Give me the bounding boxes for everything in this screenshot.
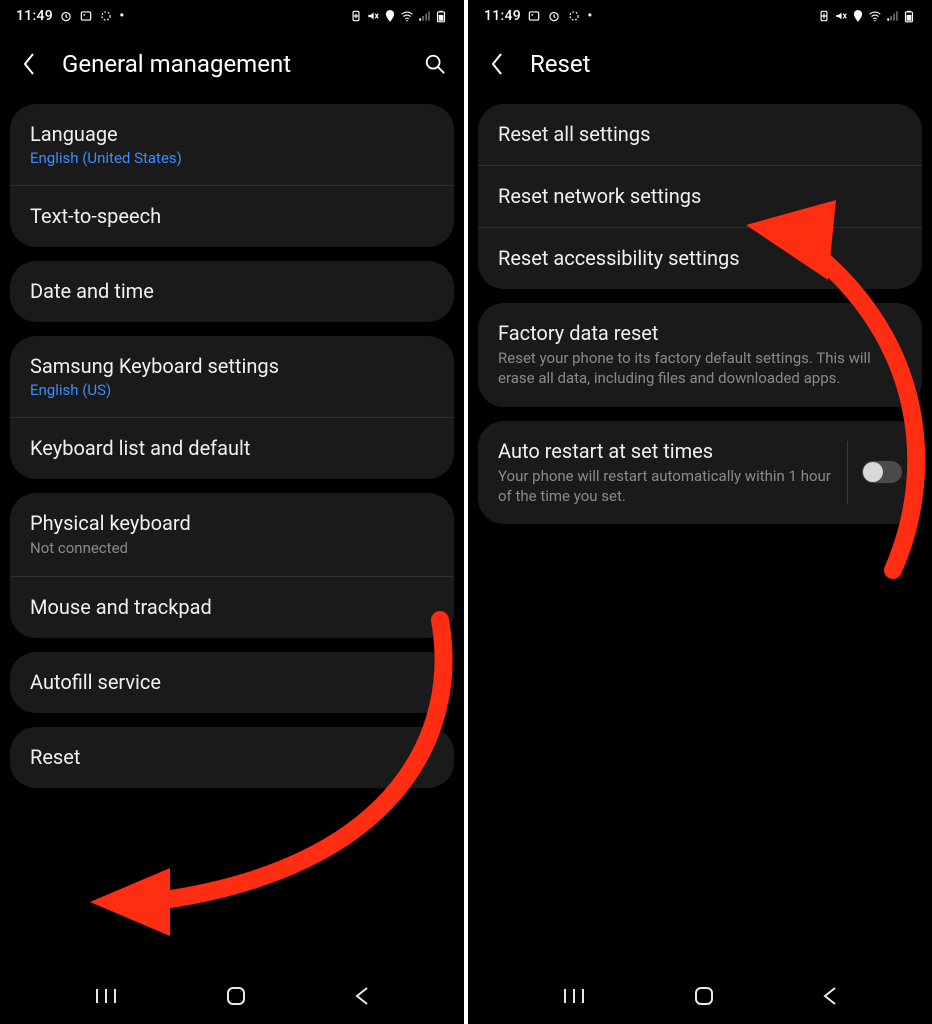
back-nav-button[interactable] <box>821 984 839 1012</box>
image-icon <box>527 9 541 23</box>
nav-bar <box>0 972 464 1024</box>
search-button[interactable] <box>424 53 446 75</box>
page-title: Reset <box>530 50 914 78</box>
home-button[interactable] <box>224 984 248 1012</box>
recents-button[interactable] <box>93 986 119 1010</box>
row-date-and-time[interactable]: Date and time <box>10 261 454 322</box>
row-physical-keyboard[interactable]: Physical keyboard Not connected <box>10 493 454 576</box>
back-nav-button[interactable] <box>353 984 371 1012</box>
status-bar: 11:49 • <box>0 0 464 32</box>
recents-button[interactable] <box>561 986 587 1010</box>
row-reset-accessibility[interactable]: Reset accessibility settings <box>478 227 922 289</box>
status-bar: 11:49 • <box>468 0 932 32</box>
row-samsung-keyboard[interactable]: Samsung Keyboard settings English (US) <box>10 336 454 417</box>
divider <box>847 441 848 505</box>
signal-icon <box>885 9 899 23</box>
row-mouse-trackpad[interactable]: Mouse and trackpad <box>10 576 454 638</box>
row-autofill[interactable]: Autofill service <box>10 652 454 713</box>
page-title: General management <box>62 50 402 78</box>
row-reset-network[interactable]: Reset network settings <box>478 165 922 227</box>
back-button[interactable] <box>486 53 508 75</box>
status-time: 11:49 <box>16 8 53 24</box>
home-button[interactable] <box>692 984 716 1012</box>
loading-icon <box>567 9 581 23</box>
location-icon <box>383 9 397 23</box>
battery-saver-icon <box>349 9 363 23</box>
row-factory-reset[interactable]: Factory data reset Reset your phone to i… <box>478 303 922 407</box>
signal-icon <box>417 9 431 23</box>
phone-left: 11:49 • General management Language <box>0 0 464 1024</box>
auto-restart-toggle[interactable] <box>862 461 902 483</box>
alarm-icon <box>59 9 73 23</box>
battery-icon <box>902 9 916 23</box>
row-keyboard-list[interactable]: Keyboard list and default <box>10 417 454 479</box>
row-text-to-speech[interactable]: Text-to-speech <box>10 185 454 247</box>
status-time: 11:49 <box>484 8 521 24</box>
row-reset[interactable]: Reset <box>10 727 454 788</box>
battery-icon <box>434 9 448 23</box>
alarm-icon <box>547 9 561 23</box>
row-auto-restart[interactable]: Auto restart at set times Your phone wil… <box>478 421 922 525</box>
location-icon <box>851 9 865 23</box>
reset-list: Reset all settings Reset network setting… <box>468 104 932 972</box>
image-icon <box>79 9 93 23</box>
dot-icon: • <box>119 9 125 23</box>
mute-icon <box>366 9 380 23</box>
settings-list: Language English (United States) Text-to… <box>0 104 464 972</box>
battery-saver-icon <box>817 9 831 23</box>
wifi-icon <box>868 9 882 23</box>
header: Reset <box>468 32 932 104</box>
wifi-icon <box>400 9 414 23</box>
row-reset-all[interactable]: Reset all settings <box>478 104 922 165</box>
loading-icon <box>99 9 113 23</box>
phone-right: 11:49 • Reset Reset all settings Reset <box>468 0 932 1024</box>
nav-bar <box>468 972 932 1024</box>
back-button[interactable] <box>18 53 40 75</box>
mute-icon <box>834 9 848 23</box>
dot-icon: • <box>587 9 593 23</box>
header: General management <box>0 32 464 104</box>
row-language[interactable]: Language English (United States) <box>10 104 454 185</box>
